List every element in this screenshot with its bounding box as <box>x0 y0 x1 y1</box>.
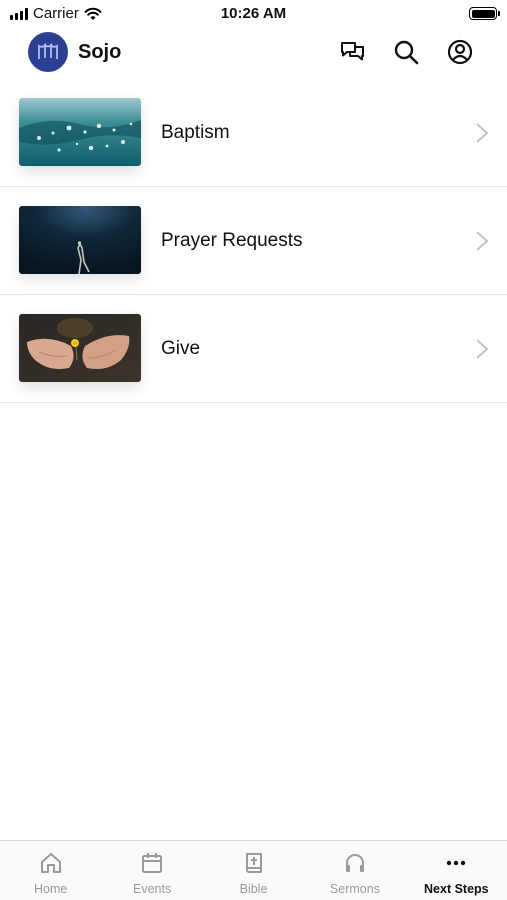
tab-label: Next Steps <box>424 882 489 896</box>
water-droplets-image <box>19 98 141 166</box>
status-time: 10:26 AM <box>220 5 287 22</box>
tab-bible[interactable]: Bible <box>203 841 304 900</box>
dark-figure-image <box>19 206 141 274</box>
next-steps-list: Baptism Prayer Requests Give <box>0 79 507 403</box>
app-logo <box>28 32 68 72</box>
tab-label: Sermons <box>329 882 380 896</box>
app-name: Sojo <box>78 40 122 63</box>
logo-mark-icon <box>38 43 58 59</box>
more-icon <box>443 850 469 876</box>
profile-icon[interactable] <box>446 38 474 66</box>
tab-home[interactable]: Home <box>0 841 101 900</box>
headphones-icon <box>342 850 368 876</box>
list-item-label: Give <box>161 338 201 359</box>
give-thumbnail <box>19 314 141 382</box>
tab-sermons[interactable]: Sermons <box>304 841 405 900</box>
chevron-right-icon <box>476 123 489 143</box>
home-icon <box>38 850 64 876</box>
prayer-requests-thumbnail <box>19 206 141 274</box>
tab-next-steps[interactable]: Next Steps <box>406 841 507 900</box>
status-bar: Carrier 10:26 AM <box>0 0 507 28</box>
list-item-label: Baptism <box>161 122 230 143</box>
chevron-right-icon <box>476 339 489 359</box>
tab-label: Bible <box>239 882 268 896</box>
list-item-baptism[interactable]: Baptism <box>0 79 507 187</box>
app-header: Sojo <box>0 28 507 78</box>
brand[interactable]: Sojo <box>28 32 121 72</box>
hands-flower-image <box>19 314 141 382</box>
tab-events[interactable]: Events <box>101 841 202 900</box>
bible-icon <box>241 850 267 876</box>
calendar-icon <box>139 850 165 876</box>
list-item-prayer-requests[interactable]: Prayer Requests <box>0 187 507 295</box>
list-item-give[interactable]: Give <box>0 295 507 403</box>
baptism-thumbnail <box>19 98 141 166</box>
tab-bar: Home Events Bible Sermons Next Steps <box>0 840 507 900</box>
list-item-label: Prayer Requests <box>161 230 303 251</box>
search-icon[interactable] <box>392 38 420 66</box>
tab-label: Events <box>133 882 172 896</box>
tab-label: Home <box>34 882 68 896</box>
chat-icon[interactable] <box>339 38 367 66</box>
chevron-right-icon <box>476 231 489 251</box>
battery-icon <box>469 7 500 20</box>
